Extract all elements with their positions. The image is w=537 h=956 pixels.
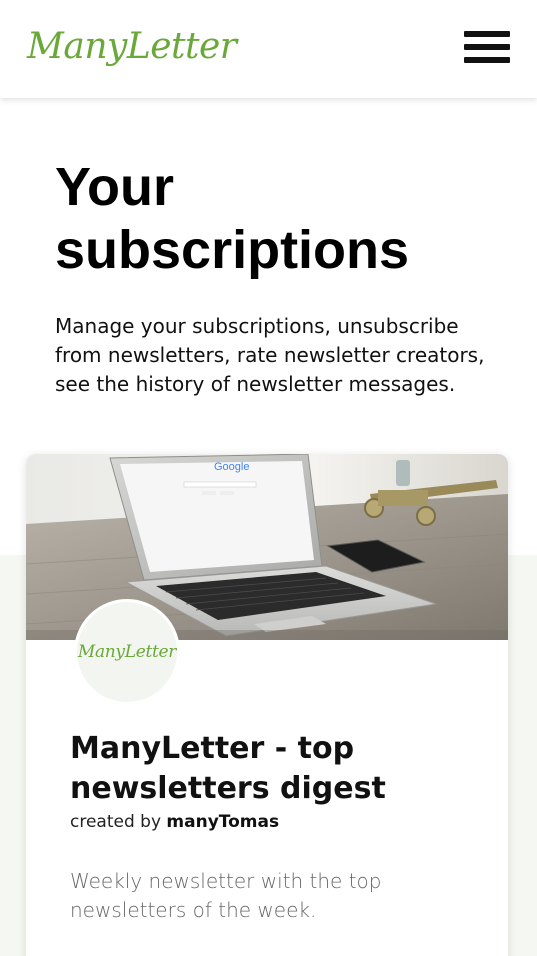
logo[interactable]: ManyLetter (27, 26, 237, 67)
subscription-card[interactable]: Google ManyLetter ManyLetter - top newsl… (26, 454, 508, 956)
hamburger-menu-icon[interactable] (462, 28, 510, 66)
site-header: ManyLetter (0, 0, 537, 98)
avatar-logo-text: ManyLetter (77, 642, 177, 662)
author-name[interactable]: manyTomas (166, 812, 279, 832)
menu-bar (464, 31, 510, 37)
page-description: Manage your subscriptions, unsubscribe f… (55, 314, 485, 396)
newsletter-description: Weekly newsletter with the top newslette… (70, 869, 382, 922)
menu-bar (464, 57, 510, 63)
google-logo: Google (214, 461, 249, 473)
menu-bar (464, 44, 510, 50)
newsletter-title[interactable]: ManyLetter - top newsletters digest (70, 729, 480, 809)
newsletter-avatar: ManyLetter (74, 599, 180, 705)
newsletter-author: created by manyTomas (70, 812, 480, 832)
page-title: Your subscriptions (55, 157, 410, 280)
author-prefix: created by (70, 812, 162, 832)
